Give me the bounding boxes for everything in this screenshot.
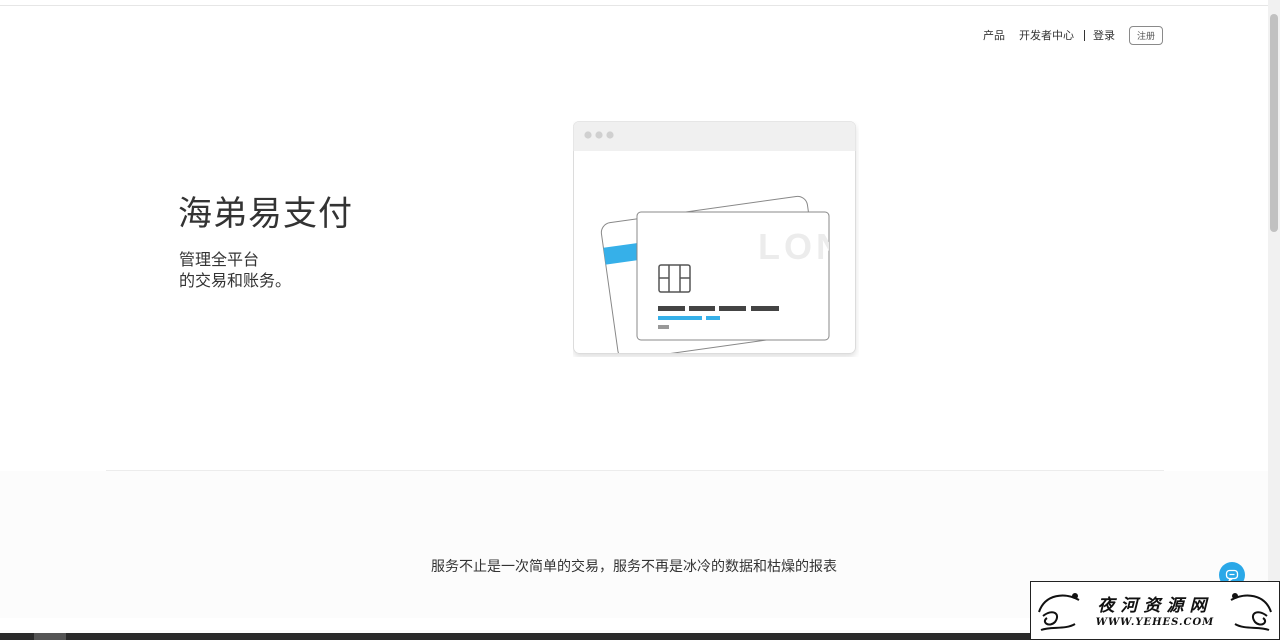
window-dot-icon [606,131,614,139]
top-border [0,0,1268,6]
scrollbar[interactable] [1268,0,1280,640]
hero-subtitle-line2: 的交易和账务。 [179,271,292,290]
hero-title: 海弟易支付 [178,194,353,234]
payment-card-illustration: LON [573,121,856,354]
nav-developer-center-link[interactable]: 开发者中心 [1019,27,1074,43]
section-tagline: 服务不止是一次简单的交易，服务不再是冰冷的数据和枯燥的报表 [431,559,837,575]
watermark-title: 夜河资源网 [1097,596,1213,616]
register-button[interactable]: 注册 [1128,25,1163,45]
hero-subtitle: 管理全平台 的交易和账务。 [179,249,291,291]
window-dot-icon [595,131,603,139]
top-nav: 产品 开发者中心 登录 注册 [969,25,1163,45]
scrollbar-thumb[interactable] [1270,14,1278,232]
window-dot-icon [584,131,592,139]
chat-bubble-icon [1225,569,1239,582]
front-card: LON [636,211,830,341]
section-divider [106,470,1164,471]
nav-login-link[interactable]: 登录 [1093,27,1115,43]
watermark-logo: 夜河资源网 WWW.YEHES.COM [1030,581,1280,640]
nav-separator [1083,29,1085,41]
chip-icon [658,264,691,293]
nav-products-link[interactable]: 产品 [983,27,1005,43]
taskbar-tab[interactable] [34,633,66,640]
hero-subtitle-line1: 管理全平台 [179,250,260,269]
watermark-url: WWW.YEHES.COM [1095,617,1215,628]
